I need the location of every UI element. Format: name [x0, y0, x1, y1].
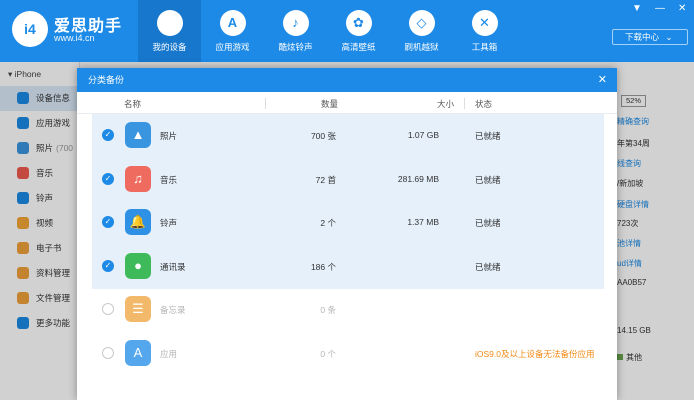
row-status: 已就绪: [475, 261, 501, 272]
nav-tab[interactable]: ✿ 高清壁纸: [327, 0, 390, 62]
top-bar: i4 爱思助手 www.i4.cn 我的设备 A 应用游戏 ♪ 酷炫铃声 ✿ 高清壁纸 ◇ 刷机…: [0, 0, 694, 62]
menu-icon[interactable]: ▼: [632, 3, 642, 14]
box-icon: ◇: [408, 10, 435, 36]
app-url: www.i4.cn: [54, 33, 95, 43]
app-logo: i4: [12, 11, 48, 47]
row-name: 通讯录: [160, 261, 186, 272]
nav-tab[interactable]: ♪ 酷炫铃声: [264, 0, 327, 62]
download-center-label: 下载中心: [625, 32, 660, 42]
row-checkbox[interactable]: ✓: [102, 129, 114, 141]
dialog-header: 分类备份 ✕: [77, 68, 617, 92]
photos-icon: ▲: [125, 122, 151, 148]
row-name: 音乐: [160, 174, 178, 185]
minimize-icon[interactable]: —: [655, 3, 665, 14]
backup-row[interactable]: ✓ 🔔 铃声 2 个 1.37 MB 已就绪: [92, 201, 604, 245]
backup-row[interactable]: ✓ ♫ 音乐 72 首 281.69 MB 已就绪: [92, 157, 604, 202]
backup-row[interactable]: A 应用 0 个 iOS9.0及以上设备无法备份应用: [92, 332, 604, 376]
column-status: 状态: [475, 99, 493, 109]
row-status: 已就绪: [475, 131, 501, 141]
backup-row[interactable]: ✓ ● 通讯录 186 个 已就绪: [92, 244, 604, 289]
row-checkbox[interactable]: ✓: [102, 172, 114, 185]
apple-icon: [156, 10, 183, 36]
row-name: 铃声: [160, 218, 178, 228]
notes-icon: ☰: [125, 296, 151, 322]
dialog-title: 分类备份: [88, 75, 125, 85]
row-count: 72 首: [315, 174, 336, 185]
row-checkbox[interactable]: [102, 303, 114, 315]
bell-icon: ♪: [282, 10, 309, 36]
backup-row[interactable]: ✓ ▲ 照片 700 张 1.07 GB 已就绪: [92, 114, 604, 158]
nav-tab[interactable]: ◇ 刷机越狱: [390, 0, 453, 62]
dialog-close-icon[interactable]: ✕: [598, 68, 607, 92]
column-size: 大小: [437, 99, 455, 109]
close-window-icon[interactable]: ✕: [678, 3, 686, 14]
download-arrow-icon: ⌄: [665, 32, 673, 42]
row-name: 照片: [160, 131, 178, 141]
column-name: 名称: [124, 99, 142, 109]
row-status: 已就绪: [475, 218, 501, 228]
row-checkbox[interactable]: [102, 346, 114, 359]
column-divider: [464, 98, 465, 109]
row-checkbox[interactable]: ✓: [102, 259, 114, 272]
appstore-icon: A: [125, 339, 151, 366]
row-checkbox[interactable]: ✓: [102, 216, 114, 228]
bell-icon: 🔔: [125, 209, 151, 235]
row-status: iOS9.0及以上设备无法备份应用: [475, 348, 595, 359]
backup-row[interactable]: ☰ 备忘录 0 条: [92, 288, 604, 332]
nav-tab-label: 刷机越狱: [404, 42, 439, 52]
contacts-icon: ●: [125, 252, 151, 279]
row-name: 应用: [160, 348, 178, 359]
row-size: 1.37 MB: [407, 217, 439, 227]
row-count: 2 个: [320, 218, 336, 228]
nav-tab[interactable]: A 应用游戏: [201, 0, 264, 62]
column-divider: [265, 98, 266, 109]
row-count: 700 张: [310, 131, 336, 141]
nav-tab[interactable]: ✕ 工具箱: [453, 0, 516, 62]
category-backup-dialog: 分类备份 ✕ 名称 数量 大小 状态 ✓ ▲ 照片 700 张 1.07 GB 已就绪 ✓ ♫…: [77, 68, 617, 400]
music-icon: ♫: [125, 165, 151, 192]
nav-tab-label: 高清壁纸: [341, 42, 376, 52]
appstore-icon: A: [219, 10, 246, 36]
row-count: 0 条: [320, 305, 336, 315]
column-count: 数量: [321, 99, 339, 109]
nav-tab[interactable]: 我的设备: [138, 0, 201, 62]
main-nav: 我的设备 A 应用游戏 ♪ 酷炫铃声 ✿ 高清壁纸 ◇ 刷机越狱 ✕ 工具箱: [138, 0, 516, 62]
row-status: 已就绪: [475, 174, 501, 185]
row-count: 186 个: [310, 261, 336, 272]
row-size: 1.07 GB: [407, 130, 439, 140]
flower-icon: ✿: [345, 10, 372, 36]
nav-tab-label: 酷炫铃声: [278, 42, 313, 52]
row-name: 备忘录: [160, 305, 186, 315]
nav-tab-label: 应用游戏: [215, 42, 250, 52]
nav-tab-label: 工具箱: [471, 42, 498, 52]
wrench-icon: ✕: [471, 10, 498, 36]
row-size: 281.69 MB: [397, 173, 439, 184]
row-count: 0 个: [320, 348, 336, 359]
nav-tab-label: 我的设备: [152, 42, 187, 52]
download-center-button[interactable]: 下载中心 ⌄: [612, 29, 688, 45]
table-header: 名称 数量 大小 状态: [77, 92, 617, 114]
